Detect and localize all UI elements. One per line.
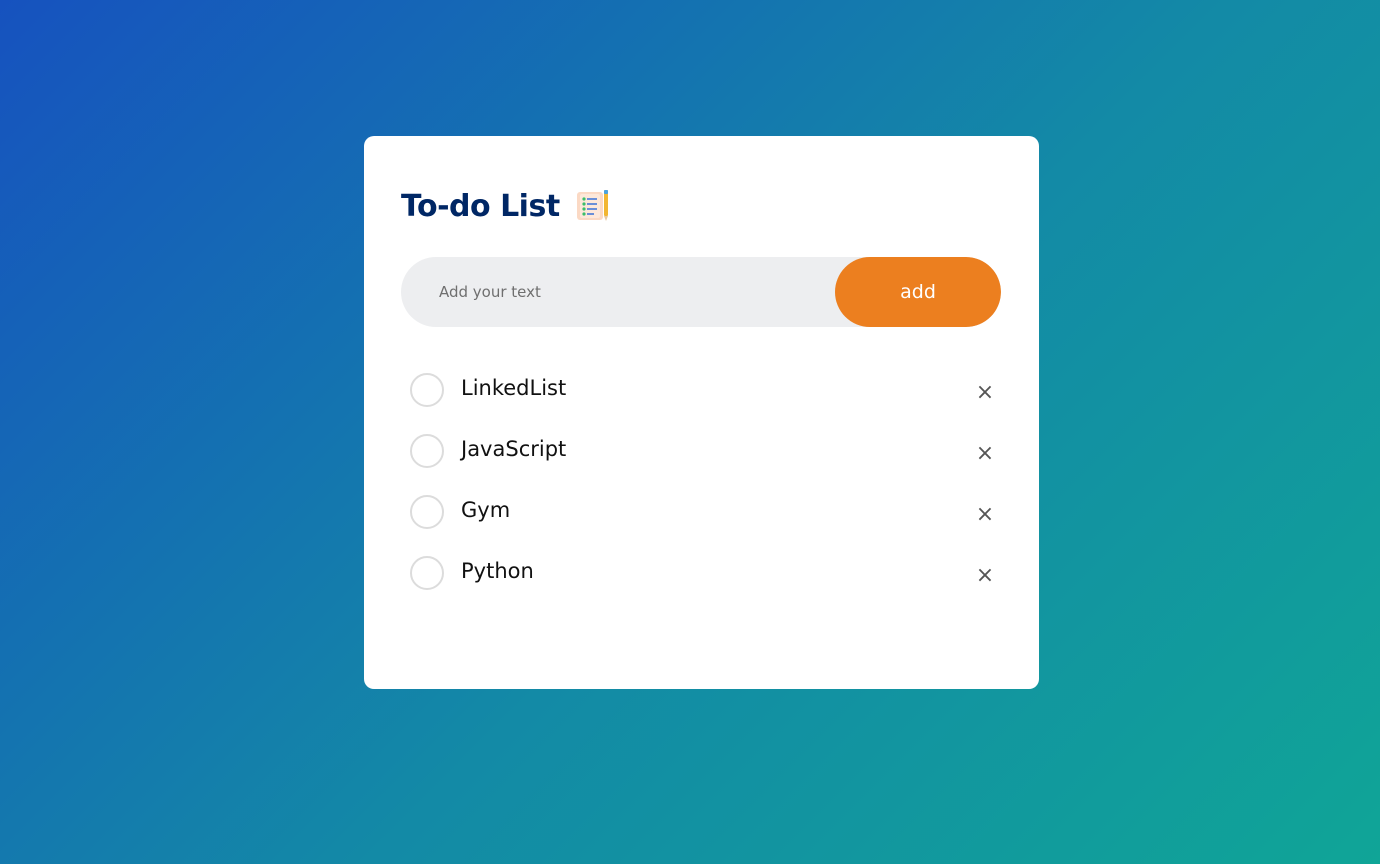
- task-label: LinkedList: [461, 376, 567, 400]
- list-item[interactable]: JavaScript ×: [410, 432, 1000, 493]
- task-checkbox[interactable]: [410, 434, 444, 468]
- list-item[interactable]: LinkedList ×: [410, 371, 1000, 432]
- task-checkbox[interactable]: [410, 556, 444, 590]
- task-list: LinkedList × JavaScript × Gym × Python ×: [410, 371, 1000, 615]
- task-label: JavaScript: [461, 437, 567, 461]
- close-icon[interactable]: ×: [970, 377, 1000, 407]
- close-icon[interactable]: ×: [970, 499, 1000, 529]
- page-title: To-do List: [401, 188, 560, 224]
- close-icon[interactable]: ×: [970, 438, 1000, 468]
- todo-card: To-do List add Lin: [364, 136, 1039, 689]
- add-button[interactable]: add: [835, 257, 1001, 327]
- list-item[interactable]: Python ×: [410, 554, 1000, 615]
- task-input[interactable]: [401, 257, 835, 327]
- task-label: Gym: [461, 498, 511, 522]
- notepad-checklist-icon: [574, 188, 610, 224]
- task-label: Python: [461, 559, 534, 583]
- title-row: To-do List: [401, 188, 610, 224]
- task-checkbox[interactable]: [410, 373, 444, 407]
- add-task-bar: add: [401, 257, 1001, 327]
- close-icon[interactable]: ×: [970, 560, 1000, 590]
- list-item[interactable]: Gym ×: [410, 493, 1000, 554]
- task-checkbox[interactable]: [410, 495, 444, 529]
